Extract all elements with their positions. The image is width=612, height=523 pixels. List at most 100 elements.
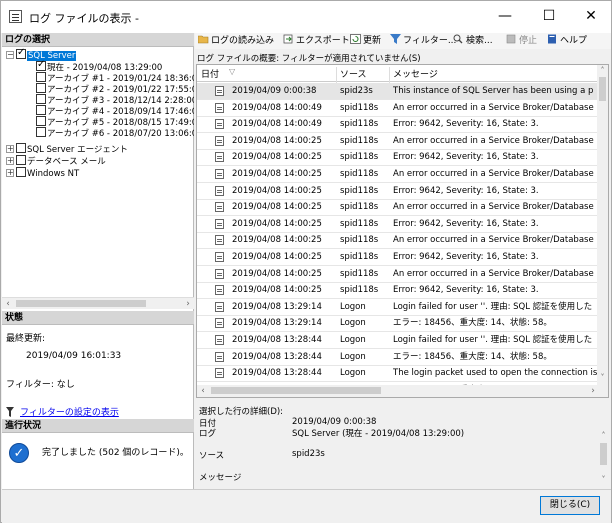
tree-checkbox[interactable] — [36, 59, 46, 71]
table-row[interactable]: 2019/04/08 14:00:25 spid118s Error: 9642, … — [197, 149, 599, 167]
table-row[interactable]: 2019/04/08 14:00:25 spid118s Error: 9642, … — [197, 216, 599, 233]
details-log-label: ログ — [199, 429, 217, 439]
table-row[interactable]: 2019/04/08 13:29:14 Logon Login failed for… — [197, 299, 599, 316]
scroll-down-icon[interactable]: ˅ — [598, 475, 609, 484]
tree-checkbox[interactable] — [16, 47, 26, 59]
scroll-left-icon[interactable]: ‹ — [2, 298, 14, 310]
table-row[interactable]: 2019/04/08 14:00:25 spid118s Error: 9642, … — [197, 249, 599, 266]
filter-settings-link[interactable]: フィルターの設定の表示 — [20, 405, 119, 418]
tree-node[interactable]: アーカイブ #6 - 2018/07/20 13:06:0 — [36, 127, 194, 139]
tree-checkbox[interactable] — [16, 167, 26, 177]
stop-label: 停止 — [519, 36, 538, 46]
scroll-right-icon[interactable]: › — [587, 385, 599, 397]
scroll-thumb[interactable] — [211, 387, 381, 394]
row-source: spid118s — [340, 252, 379, 262]
row-source: spid118s — [340, 102, 379, 113]
tree-checkbox[interactable] — [36, 116, 46, 126]
search-button[interactable]: 検索... — [453, 34, 493, 48]
table-row[interactable]: 2019/04/08 14:00:25 spid118s An error occu… — [197, 133, 599, 150]
details-vertical-scrollbar[interactable]: ˄ ˅ — [598, 431, 609, 487]
row-message: Login failed for user ''. 理由: SQL 認証を使用し… — [393, 335, 593, 345]
minimize-button[interactable]: — — [485, 1, 525, 31]
table-row[interactable]: 2019/04/08 13:29:14 Logon エラー: 18456、重大度: … — [197, 315, 599, 333]
table-row[interactable]: 2019/04/08 14:00:49 spid118s An error occu… — [197, 100, 599, 117]
grid-horizontal-scrollbar[interactable]: ‹ › — [197, 385, 608, 397]
export-button[interactable]: エクスポート — [283, 34, 350, 48]
table-row[interactable]: 2019/04/08 13:28:44 Logon The login packet… — [197, 365, 599, 383]
table-row[interactable]: 2019/04/08 14:00:25 spid118s Error: 9642, … — [197, 183, 599, 200]
tree-node-label: SQL Server エージェント — [27, 145, 128, 155]
grid-vertical-scrollbar[interactable]: ˄ ˅ — [597, 65, 608, 387]
table-row[interactable]: 2019/04/08 14:00:25 spid118s An error occu… — [197, 266, 599, 283]
tree-checkbox[interactable] — [16, 155, 26, 165]
column-message[interactable]: メッセージ — [393, 67, 438, 80]
row-date: 2019/04/08 14:00:25 — [232, 268, 322, 279]
tree-checkbox[interactable] — [36, 83, 46, 93]
row-message: Error: 9642, Severity: 16, State: 3. — [393, 285, 539, 296]
scroll-thumb[interactable] — [16, 300, 146, 307]
table-row[interactable]: 2019/04/08 14:00:25 spid118s An error occu… — [197, 199, 599, 217]
column-date[interactable]: 日付 — [201, 67, 219, 80]
scroll-thumb[interactable] — [600, 443, 607, 465]
column-separator — [389, 67, 390, 84]
row-source: Logon — [340, 368, 366, 379]
row-message: An error occurred in a Service Broker/Da… — [393, 268, 594, 279]
close-button[interactable]: 閉じる(C) — [540, 496, 600, 515]
row-source: spid118s — [340, 119, 379, 130]
tree-checkbox[interactable] — [36, 94, 46, 104]
tree-node[interactable]: SQL Server — [16, 47, 77, 61]
column-source[interactable]: ソース — [340, 67, 367, 80]
log-grid[interactable]: 日付 ▽ ソース メッセージ 2019/04/09 0:00:38 spid23s… — [196, 64, 609, 398]
scroll-up-icon[interactable]: ˄ — [597, 65, 608, 76]
tree-node[interactable]: SQL Server エージェント — [16, 143, 128, 155]
table-row[interactable]: 2019/04/08 14:00:25 spid118s An error occu… — [197, 232, 599, 250]
tree-checkbox[interactable] — [36, 72, 46, 82]
log-entry-icon — [215, 119, 224, 130]
scroll-thumb[interactable] — [599, 77, 606, 101]
expand-icon[interactable]: + — [6, 169, 14, 177]
expand-icon[interactable]: + — [6, 157, 14, 165]
table-row[interactable]: 2019/04/08 14:00:25 spid118s An error occu… — [197, 166, 599, 183]
tree-checkbox[interactable] — [16, 143, 26, 153]
tree-checkbox[interactable] — [36, 105, 46, 115]
table-row[interactable]: 2019/04/08 14:00:49 spid118s Error: 9642, … — [197, 116, 599, 134]
tree-horizontal-scrollbar[interactable]: ‹ › — [2, 297, 194, 309]
close-window-button[interactable]: ✕ — [571, 1, 611, 31]
tree-checkbox[interactable] — [36, 127, 46, 137]
log-entry-icon — [215, 368, 224, 379]
window-title: ログ ファイルの表示 - — [29, 12, 139, 25]
tree-node-label: データベース メール — [27, 157, 106, 167]
log-select-header: ログの選択 — [2, 33, 194, 47]
scroll-up-icon[interactable]: ˄ — [598, 431, 609, 440]
row-source: spid118s — [340, 135, 379, 146]
tree-node[interactable]: Windows NT — [16, 167, 79, 179]
load-log-label: ログの読み込み — [211, 36, 275, 46]
last-updated-label: 最終更新: — [6, 334, 46, 344]
refresh-icon — [350, 34, 361, 44]
load-log-button[interactable]: ログの読み込み — [198, 34, 274, 48]
status-header: 状態 — [2, 311, 194, 325]
details-log-value: SQL Server (現在 - 2019/04/08 13:29:00) — [292, 429, 465, 439]
sort-desc-icon: ▽ — [229, 67, 236, 76]
help-button[interactable]: ヘルプ — [547, 34, 587, 48]
refresh-button[interactable]: 更新 — [350, 34, 381, 48]
collapse-icon[interactable]: − — [6, 51, 14, 59]
log-entry-icon — [215, 218, 224, 229]
expand-icon[interactable]: + — [6, 145, 14, 153]
tree-node[interactable]: データベース メール — [16, 155, 106, 167]
scroll-down-icon[interactable]: ˅ — [597, 372, 608, 383]
row-message: Error: 9642, Severity: 16, State: 3. — [393, 119, 539, 130]
filter-button[interactable]: フィルター... — [390, 34, 456, 48]
scroll-right-icon[interactable]: › — [182, 298, 194, 310]
stop-button[interactable]: 停止 — [506, 34, 537, 48]
table-row[interactable]: 2019/04/09 0:00:38 spid23s This instance o… — [197, 83, 599, 100]
log-entry-icon — [215, 268, 224, 279]
table-row[interactable]: 2019/04/08 13:28:44 Logon エラー: 18456、重大度: … — [197, 349, 599, 366]
row-source: spid118s — [340, 169, 379, 179]
row-source: spid118s — [340, 202, 379, 213]
table-row[interactable]: 2019/04/08 14:00:25 spid118s Error: 9642, … — [197, 282, 599, 300]
table-row[interactable]: 2019/04/08 13:28:44 Logon Login failed for… — [197, 332, 599, 349]
scroll-left-icon[interactable]: ‹ — [197, 385, 209, 397]
log-entry-icon — [215, 102, 224, 113]
maximize-button[interactable]: ☐ — [529, 1, 569, 31]
